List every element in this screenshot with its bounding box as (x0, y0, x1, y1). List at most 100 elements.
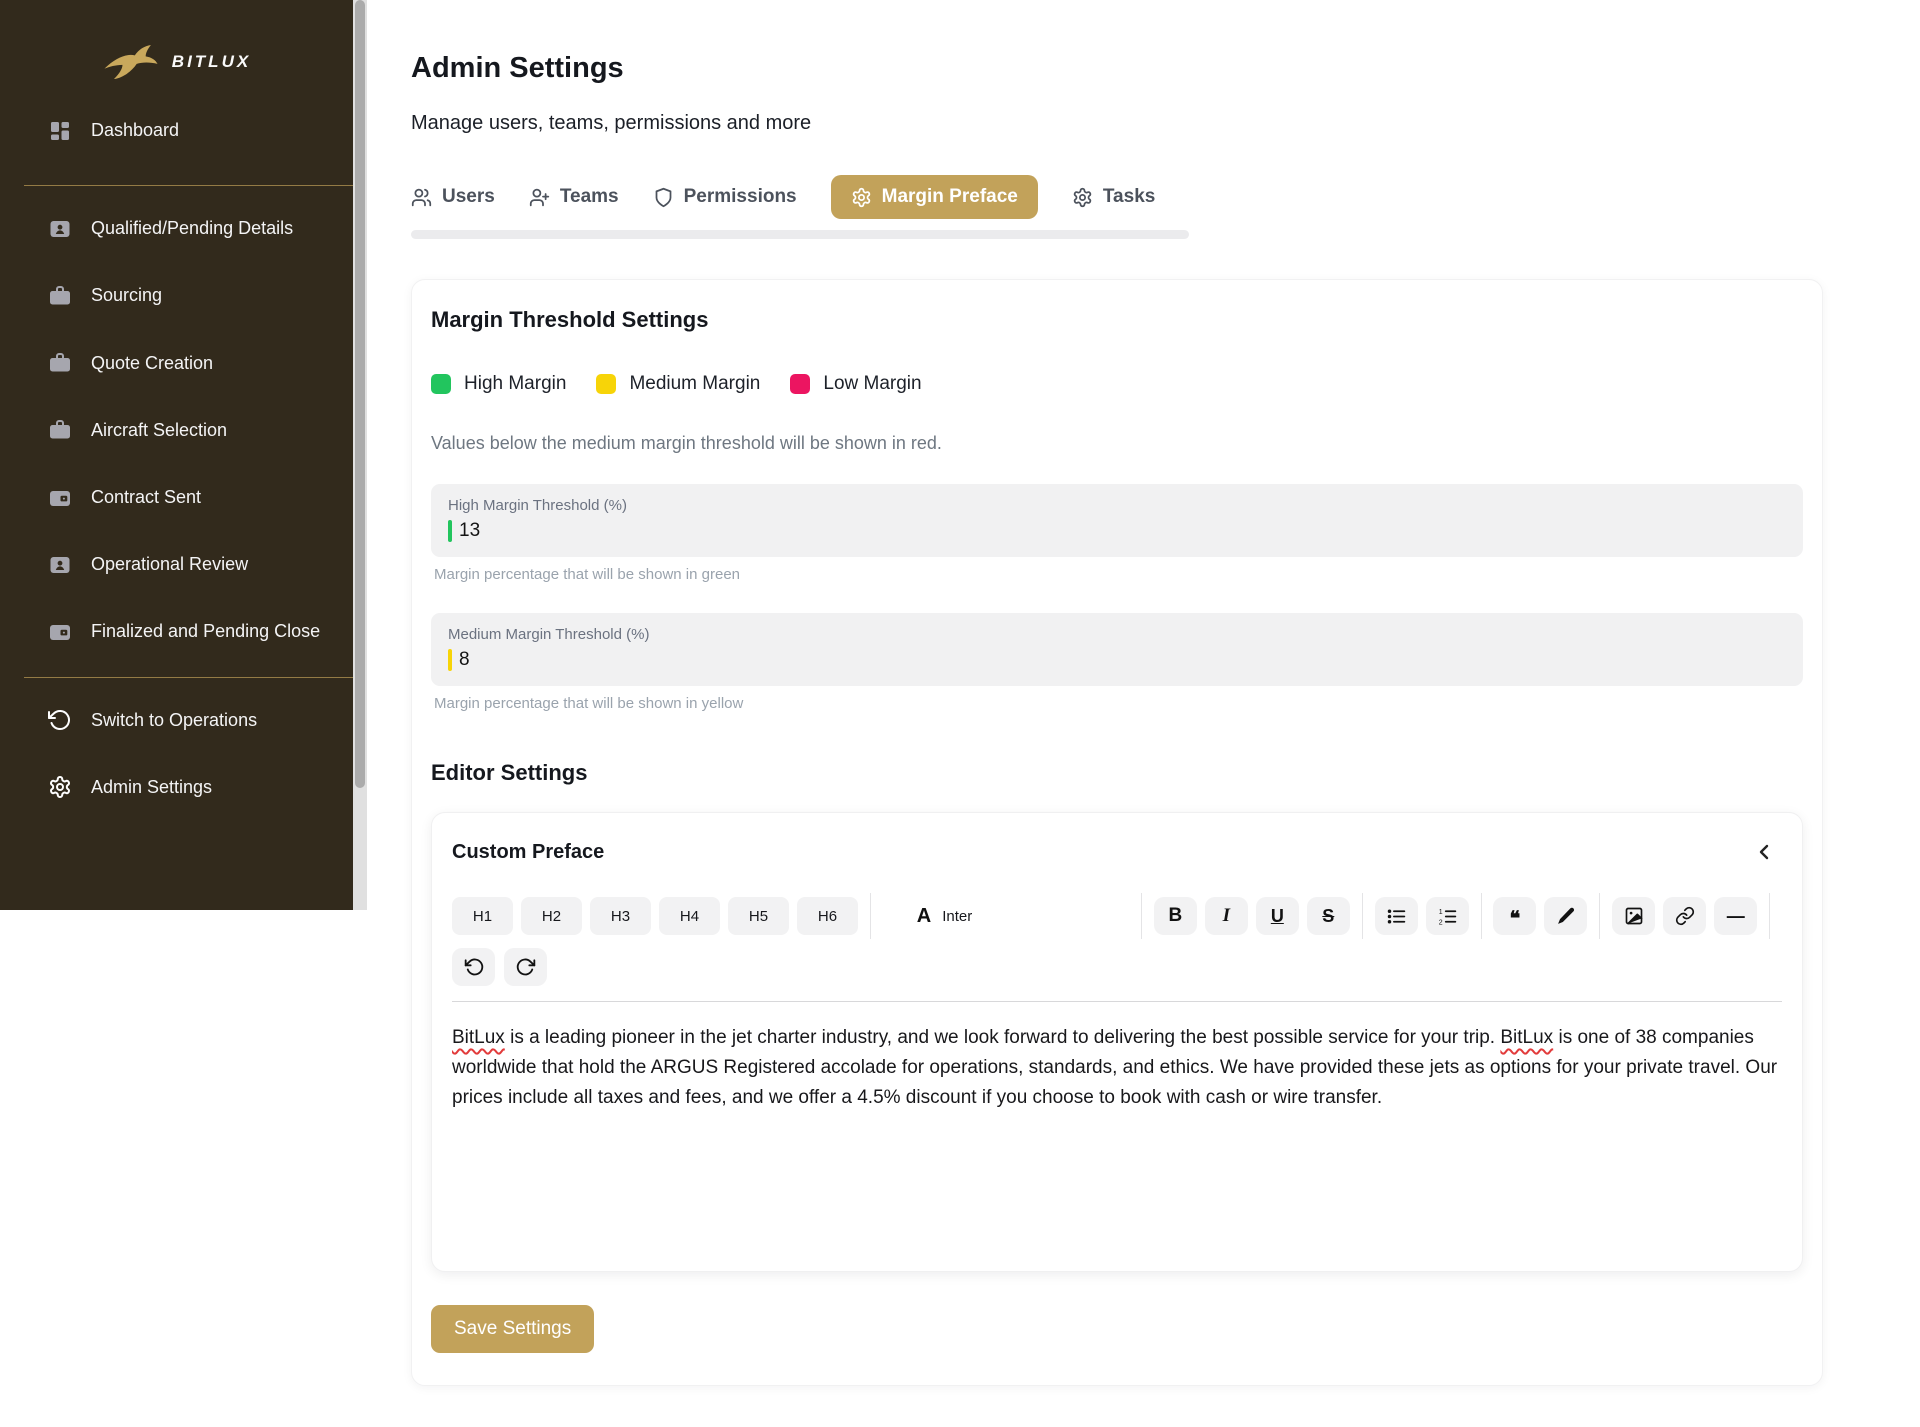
custom-preface-card: Custom Preface H1 H2 H3 H4 (431, 812, 1803, 1272)
image-button[interactable] (1612, 897, 1655, 935)
italic-button[interactable]: I (1205, 897, 1248, 935)
underline-button[interactable]: U (1256, 897, 1299, 935)
high-margin-threshold-input[interactable]: High Margin Threshold (%) 13 (431, 484, 1803, 557)
sidebar-item-switch-to-operations[interactable]: Switch to Operations (0, 708, 353, 733)
link-icon (1675, 906, 1695, 926)
legend-label: High Margin (464, 373, 566, 395)
threshold-note: Values below the medium margin threshold… (431, 433, 1803, 454)
main-content: Admin Settings Manage users, teams, perm… (367, 0, 1920, 1386)
bullet-list-button[interactable] (1375, 897, 1418, 935)
tab-label: Users (442, 186, 495, 208)
dashboard-icon (48, 119, 72, 143)
low-margin-swatch (790, 374, 810, 394)
sidebar-item-label: Dashboard (91, 118, 179, 143)
heading-3-button[interactable]: H3 (590, 897, 651, 935)
ordered-list-button[interactable]: 1 2 (1426, 897, 1469, 935)
horizontal-rule-button[interactable]: — (1714, 897, 1757, 935)
gear-icon (851, 187, 872, 208)
brand-logo: BITLUX (0, 0, 353, 80)
tab-users[interactable]: Users (411, 186, 495, 208)
toolbar-divider (870, 893, 871, 939)
brand-name: BITLUX (172, 52, 251, 72)
sidebar-item-qualified-pending-details[interactable]: Qualified/Pending Details (0, 216, 353, 241)
field-label: Medium Margin Threshold (%) (448, 626, 1786, 643)
editor-settings-title: Editor Settings (431, 760, 1803, 786)
sidebar-item-dashboard[interactable]: Dashboard (0, 118, 353, 143)
highlighter-pen-icon (1556, 906, 1576, 926)
type-icon: A (917, 905, 931, 928)
link-button[interactable] (1663, 897, 1706, 935)
tab-permissions[interactable]: Permissions (653, 186, 797, 208)
heading-5-button[interactable]: H5 (728, 897, 789, 935)
toolbar-separator-line (452, 1001, 1782, 1002)
wallet-icon (48, 486, 72, 510)
heading-6-button[interactable]: H6 (797, 897, 858, 935)
sidebar-item-label: Contract Sent (91, 485, 201, 510)
redo-button[interactable] (504, 948, 547, 986)
preface-text-segment: BitLux (452, 1027, 505, 1048)
sidebar-item-sourcing[interactable]: Sourcing (0, 283, 353, 308)
collapse-button[interactable] (1746, 838, 1782, 866)
preface-text-segment: is a leading pioneer in the jet charter … (505, 1027, 1501, 1048)
tab-teams[interactable]: Teams (529, 186, 619, 208)
heading-1-button[interactable]: H1 (452, 897, 513, 935)
editor-toolbar: H1 H2 H3 H4 H5 H6 A Inter B (452, 893, 1782, 1002)
sidebar-item-label: Quote Creation (91, 351, 213, 376)
tab-label: Margin Preface (882, 186, 1018, 208)
toolbar-divider (1769, 893, 1770, 939)
blockquote-button[interactable]: ❝ (1493, 897, 1536, 935)
sidebar-item-label: Switch to Operations (91, 708, 257, 733)
tab-label: Permissions (684, 186, 797, 208)
yellow-cursor-bar (448, 649, 452, 671)
field-value: 8 (459, 649, 470, 671)
bird-logo-icon (102, 44, 160, 80)
high-margin-swatch (431, 374, 451, 394)
italic-icon: I (1223, 905, 1230, 927)
users-icon (411, 187, 432, 208)
font-family-selector[interactable]: A Inter (883, 905, 1129, 928)
save-settings-button[interactable]: Save Settings (431, 1305, 594, 1353)
briefcase-icon (48, 418, 72, 442)
shield-icon (653, 187, 674, 208)
sidebar-item-aircraft-selection[interactable]: Aircraft Selection (0, 418, 353, 443)
highlighter-button[interactable] (1544, 897, 1587, 935)
strikethrough-button[interactable]: S (1307, 897, 1350, 935)
sidebar-item-contract-sent[interactable]: Contract Sent (0, 485, 353, 510)
medium-margin-threshold-input[interactable]: Medium Margin Threshold (%) 8 (431, 613, 1803, 686)
legend-label: Medium Margin (629, 373, 760, 395)
preface-text-editor[interactable]: BitLux is a leading pioneer in the jet c… (452, 1023, 1782, 1243)
gear-icon (48, 775, 72, 799)
sidebar-item-quote-creation[interactable]: Quote Creation (0, 351, 353, 376)
sidebar-item-label: Operational Review (91, 552, 248, 577)
toolbar-divider (1362, 893, 1363, 939)
heading-2-button[interactable]: H2 (521, 897, 582, 935)
tab-margin-preface[interactable]: Margin Preface (831, 175, 1038, 219)
bold-button[interactable]: B (1154, 897, 1197, 935)
sidebar-scrollbar-thumb[interactable] (355, 0, 365, 788)
tab-tasks[interactable]: Tasks (1072, 186, 1155, 208)
field-helper-text: Margin percentage that will be shown in … (431, 566, 1803, 583)
sidebar-item-label: Qualified/Pending Details (91, 216, 293, 241)
svg-text:2: 2 (1438, 919, 1442, 926)
briefcase-icon (48, 284, 72, 308)
sidebar-item-label: Admin Settings (91, 775, 212, 800)
contact-card-icon (48, 217, 72, 241)
sidebar-item-admin-settings[interactable]: Admin Settings (0, 775, 353, 800)
strikethrough-icon: S (1322, 906, 1334, 927)
margin-settings-title: Margin Threshold Settings (431, 307, 1803, 333)
undo-button[interactable] (452, 948, 495, 986)
gear-icon (1072, 187, 1093, 208)
field-helper-text: Margin percentage that will be shown in … (431, 695, 1803, 712)
svg-text:1: 1 (1438, 908, 1442, 915)
medium-margin-swatch (596, 374, 616, 394)
heading-4-button[interactable]: H4 (659, 897, 720, 935)
sidebar-item-operational-review[interactable]: Operational Review (0, 552, 353, 577)
sidebar-item-finalized-pending-close[interactable]: Finalized and Pending Close (0, 619, 353, 644)
horizontal-rule-icon: — (1727, 906, 1745, 927)
legend-item-high-margin: High Margin (431, 373, 566, 395)
toolbar-divider (1141, 893, 1142, 939)
preface-text-segment: BitLux (1500, 1027, 1553, 1048)
tabs-scrollbar-track[interactable] (411, 230, 1189, 239)
sidebar-scrollbar[interactable] (353, 0, 367, 910)
toolbar-divider (1599, 893, 1600, 939)
